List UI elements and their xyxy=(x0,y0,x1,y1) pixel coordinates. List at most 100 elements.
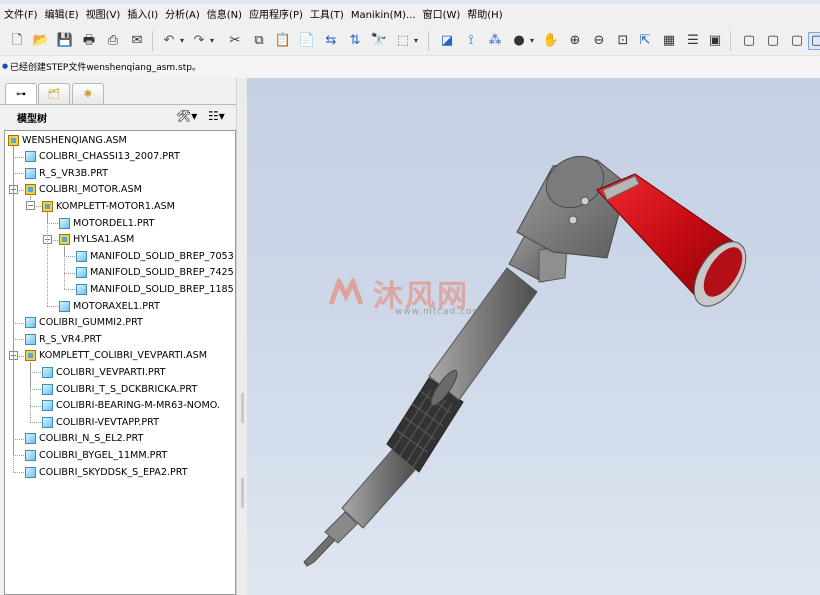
panel-title: 模型树 xyxy=(17,114,47,125)
hidden-line-icon[interactable]: ▢ xyxy=(764,32,782,50)
menu-item[interactable]: 工具(T) xyxy=(308,9,349,23)
part-icon xyxy=(25,449,36,461)
shading-icon[interactable]: ● xyxy=(510,32,528,50)
print-quick-icon[interactable]: ⎙ xyxy=(104,32,122,50)
splitter-grip[interactable] xyxy=(241,393,244,423)
menu-item[interactable]: 文件(F) xyxy=(2,9,43,23)
zoom-out-icon[interactable]: ⊖ xyxy=(590,32,608,50)
favorites-tab[interactable]: ✱ xyxy=(72,83,104,105)
tree-item[interactable]: KOMPLETT-MOTOR1.ASM xyxy=(42,198,175,214)
splitter-grip[interactable] xyxy=(241,478,244,508)
tree-item[interactable]: HYLSA1.ASM xyxy=(59,232,134,248)
no-hidden-icon[interactable]: ▢ xyxy=(788,32,806,50)
menu-item[interactable]: 窗口(W) xyxy=(421,9,466,23)
cut-icon[interactable]: ✂ xyxy=(226,32,244,50)
part-icon xyxy=(76,267,87,279)
menu-item[interactable]: Manikin(M)... xyxy=(349,9,421,23)
menu-item[interactable]: 分析(A) xyxy=(163,9,205,23)
paste-icon[interactable]: 📋 xyxy=(274,32,292,50)
tree-item[interactable]: COLIBRI_T_S_DCKBRICKA.PRT xyxy=(42,381,197,397)
csys-icon[interactable]: ⁂ xyxy=(486,32,504,50)
part-icon xyxy=(25,333,36,345)
print-icon[interactable]: 🖶 xyxy=(80,32,98,50)
view-manager-icon[interactable]: ▣ xyxy=(706,32,724,50)
menu-item[interactable]: 插入(I) xyxy=(125,9,163,23)
paste-special-icon[interactable]: 📄 xyxy=(298,32,316,50)
part-icon xyxy=(25,151,36,163)
tree-item[interactable]: COLIBRI-BEARING-M-MR63-NOMO. xyxy=(42,398,220,414)
tree-item[interactable]: COLIBRI_MOTOR.ASM xyxy=(25,182,142,198)
tree-item[interactable]: COLIBRI_GUMMI2.PRT xyxy=(25,315,143,331)
model-tree: WENSHENQIANG.ASM COLIBRI_CHASSI13_2007.PR… xyxy=(4,130,236,595)
tree-item[interactable]: MANIFOLD_SOLID_BREP_1185 xyxy=(76,281,234,297)
datum-icon[interactable]: ⟟ xyxy=(462,32,480,50)
find-icon[interactable]: 🔭 xyxy=(370,32,388,50)
assembly-icon xyxy=(8,134,19,146)
toolbar-separator xyxy=(428,31,429,51)
tree-item[interactable]: COLIBRI-VEVTAPP.PRT xyxy=(42,414,159,430)
tree-settings-icon[interactable]: 🛠▾ xyxy=(176,108,197,124)
layers-icon[interactable]: ☰ xyxy=(684,32,702,50)
menu-item[interactable]: 信息(N) xyxy=(205,9,247,23)
menu-item[interactable]: 应用程序(P) xyxy=(247,9,308,23)
toolbar-separator xyxy=(152,31,153,51)
tree-item[interactable]: MOTORDEL1.PRT xyxy=(59,215,154,231)
tattoo-machine-model[interactable] xyxy=(247,78,820,595)
tree-item[interactable]: MANIFOLD_SOLID_BREP_7053 xyxy=(76,248,234,264)
select-box-icon[interactable]: ⬚ xyxy=(394,32,412,50)
tree-item-label: COLIBRI_GUMMI2.PRT xyxy=(39,317,143,329)
shaded-icon[interactable]: ▢ xyxy=(808,32,820,50)
undo-dropdown-icon[interactable]: ▾ xyxy=(178,32,186,50)
tree-item[interactable]: COLIBRI_CHASSI13_2007.PRT xyxy=(25,149,180,165)
undo-icon[interactable]: ↶ xyxy=(160,32,178,50)
refit-icon[interactable]: ⊡ xyxy=(614,32,632,50)
menu-item[interactable]: 视图(V) xyxy=(84,9,126,23)
save-icon[interactable]: 💾 xyxy=(56,32,74,50)
assembly-icon xyxy=(59,234,70,246)
tree-item[interactable]: MANIFOLD_SOLID_BREP_7425 xyxy=(76,265,234,281)
new-icon[interactable]: 🗋 xyxy=(8,32,26,50)
shading-dropdown-icon[interactable]: ▾ xyxy=(528,32,536,50)
tree-item[interactable]: COLIBRI_N_S_EL2.PRT xyxy=(25,431,143,447)
model-tree-tab[interactable]: ⊶ xyxy=(5,83,37,105)
spin-icon[interactable]: ✋ xyxy=(542,32,560,50)
tree-show-icon[interactable]: ☷▾ xyxy=(208,108,225,124)
redo-dropdown-icon[interactable]: ▾ xyxy=(208,32,216,50)
model-tree-icon: ⊶ xyxy=(16,89,26,100)
graphics-window[interactable]: 沐风网 www.mfcad.com xyxy=(247,78,820,595)
menu-item[interactable]: 帮助(H) xyxy=(465,9,507,23)
folder-icon: 🗂 xyxy=(47,89,61,100)
tree-item[interactable]: KOMPLETT_COLIBRI_VEVPARTI.ASM xyxy=(25,348,207,364)
tree-item[interactable]: WENSHENQIANG.ASM xyxy=(8,132,127,148)
tree-item[interactable]: COLIBRI_SKYDDSK_S_EPA2.PRT xyxy=(25,464,188,480)
redo-icon[interactable]: ↷ xyxy=(190,32,208,50)
panel-splitter[interactable] xyxy=(236,78,247,595)
copy-icon[interactable]: ⧉ xyxy=(250,32,268,50)
open-icon[interactable]: 📂 xyxy=(32,32,50,50)
part-icon xyxy=(42,383,53,395)
orient-icon[interactable]: ⇱ xyxy=(636,32,654,50)
tree-item-label: MANIFOLD_SOLID_BREP_7053 xyxy=(90,250,234,262)
expand-toggle-icon[interactable]: − xyxy=(26,201,35,211)
tree-item[interactable]: COLIBRI_VEVPARTI.PRT xyxy=(42,364,166,380)
tree-item-label: MANIFOLD_SOLID_BREP_7425 xyxy=(90,267,234,279)
tree-item[interactable]: R_S_VR4.PRT xyxy=(25,331,101,347)
email-icon[interactable]: ✉ xyxy=(128,32,146,50)
regenerate-icon[interactable]: ⇆ xyxy=(322,32,340,50)
part-icon xyxy=(25,433,36,445)
tree-item[interactable]: R_S_VR3B.PRT xyxy=(25,165,108,181)
tree-item[interactable]: MOTORAXEL1.PRT xyxy=(59,298,160,314)
needle-tip xyxy=(303,534,336,567)
saved-views-icon[interactable]: ▦ xyxy=(660,32,678,50)
part-icon xyxy=(76,283,87,295)
select-dropdown-icon[interactable]: ▾ xyxy=(412,32,420,50)
tree-item[interactable]: COLIBRI_BYGEL_11MM.PRT xyxy=(25,447,167,463)
menu-item[interactable]: 编辑(E) xyxy=(43,9,84,23)
regenerate-manager-icon[interactable]: ⇅ xyxy=(346,32,364,50)
zoom-in-icon[interactable]: ⊕ xyxy=(566,32,584,50)
wireframe-icon[interactable]: ▢ xyxy=(740,32,758,50)
tree-item-label: HYLSA1.ASM xyxy=(73,234,135,246)
folder-browser-tab[interactable]: 🗂 xyxy=(38,83,70,105)
sketch-icon[interactable]: ◪ xyxy=(438,32,456,50)
message-text: 已经创建STEP文件wenshenqiang_asm.stp。 xyxy=(10,63,201,73)
